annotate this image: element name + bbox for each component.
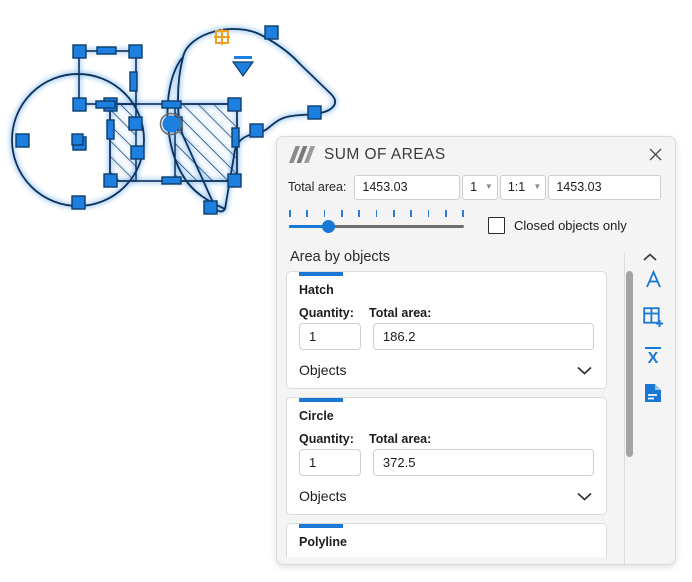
hot-grip-handle[interactable]	[159, 112, 183, 136]
object-card: Circle Quantity: Total area: 1 372.5 Objects	[286, 397, 607, 515]
closed-objects-checkbox[interactable]: Closed objects only	[488, 217, 627, 234]
slider-thumb[interactable]	[321, 220, 335, 233]
total-area-label: Total area:	[369, 432, 432, 446]
grip-midpoint	[161, 100, 182, 109]
slider-row: Closed objects only	[277, 202, 675, 236]
chevron-down-icon[interactable]	[577, 366, 592, 375]
total-area-input[interactable]: 1453.03	[354, 174, 461, 200]
snap-marker-icon	[214, 29, 230, 45]
card-object-type: Circle	[299, 409, 334, 423]
chevron-down-icon: ▼	[533, 182, 542, 191]
quantity-input[interactable]: 1	[299, 449, 361, 476]
grip-midpoint	[106, 119, 115, 140]
grip	[71, 195, 86, 210]
direction-triangle-icon	[231, 56, 255, 78]
grip-midpoint	[129, 71, 138, 92]
quantity-input[interactable]: 1	[299, 323, 361, 350]
card-object-type: Polyline	[299, 535, 347, 549]
card-object-type: Hatch	[299, 283, 334, 297]
hatch-object-right	[174, 103, 238, 182]
objects-expander-label: Objects	[299, 488, 347, 504]
grip	[128, 44, 143, 59]
grip	[249, 123, 264, 138]
objects-expander-label: Objects	[299, 362, 347, 378]
total-area-row: Total area: 1453.03 1 ▼ 1:1 ▼ 1453.03	[277, 172, 675, 202]
close-icon[interactable]	[641, 142, 669, 168]
checkbox-box[interactable]	[488, 217, 505, 234]
object-cards-list: Hatch Quantity: Total area: 1 186.2 Objects Ci…	[286, 271, 607, 557]
quantity-select[interactable]: 1 ▼	[462, 174, 498, 200]
grip	[15, 133, 30, 148]
slider-ticks	[289, 210, 464, 218]
card-accent-bar	[299, 398, 343, 402]
grip-midpoint	[95, 100, 116, 109]
export-document-tool[interactable]	[636, 374, 670, 412]
closed-objects-label: Closed objects only	[514, 218, 627, 233]
computed-total-field: 1453.03	[548, 174, 661, 200]
grip	[72, 44, 87, 59]
total-area-label: Total area:	[288, 180, 347, 194]
sum-of-areas-panel[interactable]: SUM OF AREAS Total area: 1453.03 1 ▼ 1:1…	[276, 136, 676, 565]
card-accent-bar	[299, 524, 343, 528]
grip-midpoint	[161, 176, 182, 185]
total-area-input[interactable]: 372.5	[372, 449, 594, 476]
panel-title: SUM OF AREAS	[324, 145, 446, 163]
quantity-select-value: 1	[470, 180, 478, 194]
grip	[72, 97, 87, 112]
chevron-down-icon[interactable]	[577, 492, 592, 501]
total-area-input[interactable]: 186.2	[372, 323, 594, 350]
scale-select[interactable]: 1:1 ▼	[499, 174, 547, 200]
insert-table-tool[interactable]	[636, 298, 670, 336]
grip-midpoint	[231, 127, 240, 148]
grip	[203, 200, 218, 215]
precision-slider[interactable]	[289, 210, 464, 236]
quantity-label: Quantity:	[299, 432, 354, 446]
objects-expander[interactable]: Objects	[299, 352, 594, 388]
grip-midpoint	[96, 46, 117, 55]
scale-select-value: 1:1	[507, 180, 526, 194]
grip	[227, 97, 242, 112]
grip	[128, 116, 143, 131]
quantity-label: Quantity:	[299, 306, 354, 320]
grip	[264, 25, 279, 40]
card-accent-bar	[299, 272, 343, 276]
hatch-object-left	[109, 103, 137, 182]
cards-scrollbar-thumb[interactable]	[626, 271, 633, 457]
grip	[71, 133, 84, 146]
matrix-brand-logo	[289, 146, 315, 163]
area-by-objects-header[interactable]: Area by objects	[277, 242, 675, 272]
insert-text-tool[interactable]	[636, 260, 670, 298]
cards-scrollbar[interactable]	[624, 271, 635, 557]
grip	[307, 105, 322, 120]
objects-expander[interactable]: Objects	[299, 478, 594, 514]
object-card: PolylineQuantity:Total area:Objects	[286, 523, 607, 557]
object-card: Hatch Quantity: Total area: 1 186.2 Objects	[286, 271, 607, 389]
grip	[103, 173, 118, 188]
export-excel-tool[interactable]: X	[636, 336, 670, 374]
panel-titlebar[interactable]: SUM OF AREAS	[277, 137, 675, 172]
chevron-down-icon: ▼	[484, 182, 493, 191]
tool-rail-divider	[624, 253, 625, 565]
grip	[227, 173, 242, 188]
total-area-label: Total area:	[369, 306, 432, 320]
object-cards-area: Hatch Quantity: Total area: 1 186.2 Objects Ci…	[286, 271, 668, 557]
svg-text:X: X	[648, 350, 659, 365]
tool-rail: X	[636, 260, 670, 412]
grip	[130, 145, 145, 160]
area-by-objects-title: Area by objects	[290, 249, 390, 265]
